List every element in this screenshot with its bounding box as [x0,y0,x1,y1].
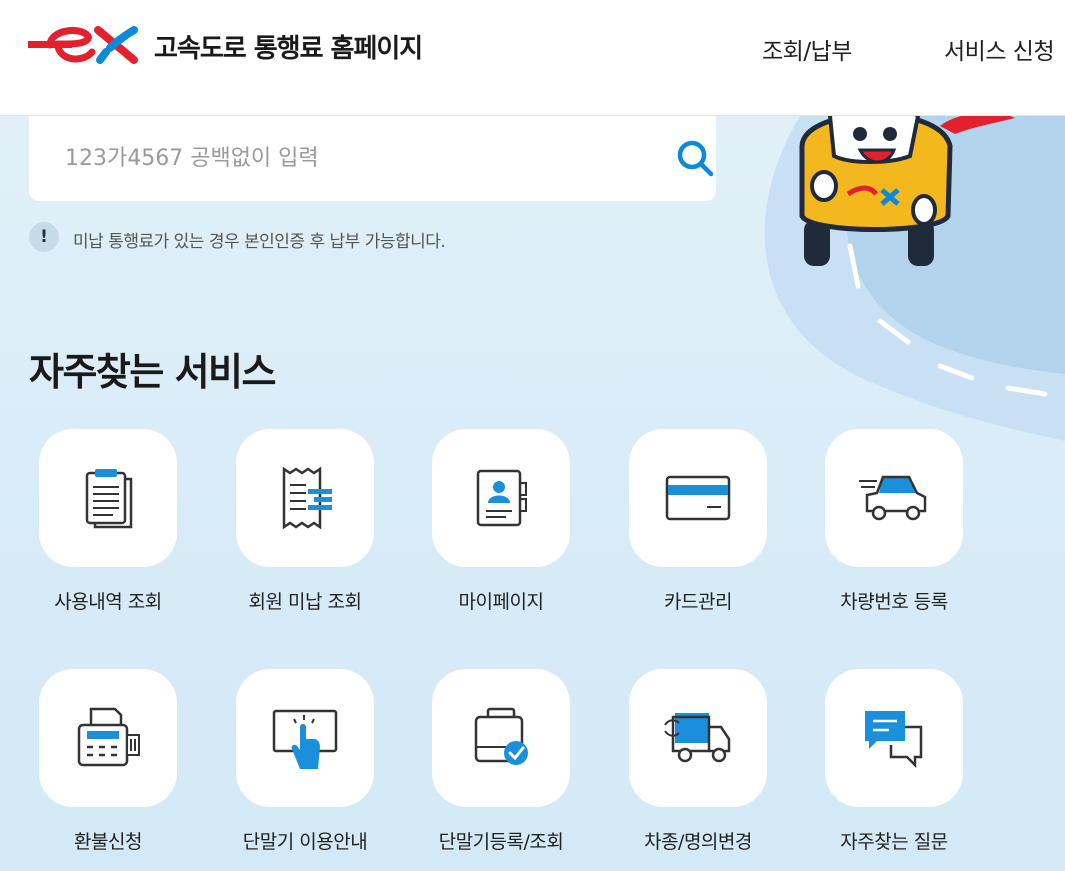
truck-change-icon [664,713,731,763]
main-area: ! 미납 통행료가 있는 경우 본인인증 후 납부 가능합니다. 자주찾는 서비… [0,116,1065,871]
ex-logo[interactable] [28,22,144,68]
tile-label[interactable]: 카드관리 [598,587,798,614]
tile-faq[interactable] [825,669,963,807]
tile-label[interactable]: 차량번호 등록 [794,587,994,614]
touch-screen-icon [272,709,338,769]
device-check-icon [474,707,528,765]
vehicle-number-input[interactable] [65,134,625,182]
tile-label[interactable]: 사용내역 조회 [8,587,208,614]
fax-refund-icon [77,707,140,767]
tile-label[interactable]: 자주찾는 질문 [794,827,994,854]
chat-bubble-icon [865,711,923,769]
favorites-title: 자주찾는 서비스 [29,350,276,394]
tile-label[interactable]: 단말기 이용안내 [205,827,405,854]
tile-label[interactable]: 마이페이지 [401,587,601,614]
site-title[interactable]: 고속도로 통행료 홈페이지 [154,28,423,65]
tile-label[interactable]: 회원 미납 조회 [205,587,405,614]
tile-member-unpaid[interactable] [236,429,374,567]
document-list-icon [85,469,133,529]
tile-my-page[interactable] [432,429,570,567]
tile-label[interactable]: 단말기등록/조회 [401,827,601,854]
tile-terminal-guide[interactable] [236,669,374,807]
tile-label[interactable]: 환불신청 [8,827,208,854]
nav-inquiry-payment[interactable]: 조회/납부 [762,32,852,66]
mascot-car-illustration [799,116,1015,266]
receipt-icon [282,466,332,530]
tile-terminal-register[interactable] [432,669,570,807]
nav-service-apply[interactable]: 서비스 신청 [944,32,1055,66]
vehicle-number-search [29,116,716,201]
tile-vehicle-registration[interactable] [825,429,963,567]
site-header: 고속도로 통행료 홈페이지 조회/납부 서비스 신청 [0,0,1065,116]
car-icon [859,475,927,521]
profile-card-icon [476,469,527,527]
tile-vehicle-type-change[interactable] [629,669,767,807]
credit-card-icon [665,475,731,521]
notice-icon: ! [29,222,59,252]
tile-label[interactable]: 차종/명의변경 [598,827,798,854]
tile-refund-request[interactable] [39,669,177,807]
search-icon[interactable] [675,138,715,178]
tile-usage-history[interactable] [39,429,177,567]
unpaid-notice-text: 미납 통행료가 있는 경우 본인인증 후 납부 가능합니다. [73,232,446,252]
tile-card-management[interactable] [629,429,767,567]
